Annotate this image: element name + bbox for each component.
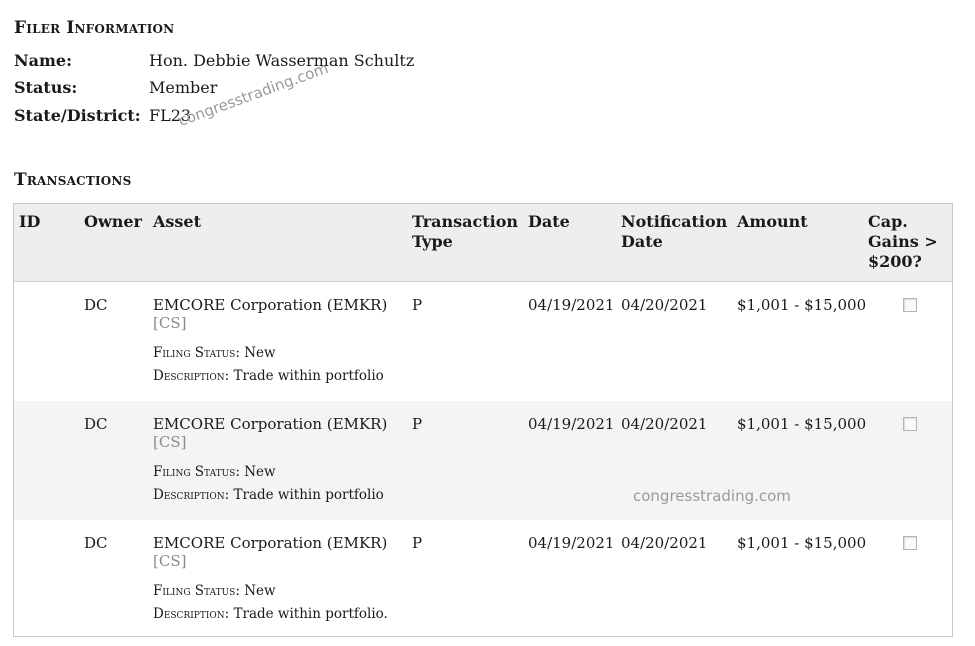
row-owner: DC [84,296,108,314]
row-asset: EMCORE Corporation (EMKR) [153,296,388,314]
cap-gains-checkbox[interactable] [903,417,917,431]
col-amount: Amount [737,212,808,231]
row-asset-type: [CS] [153,314,187,332]
row-asset-type: [CS] [153,552,187,570]
filer-information-heading: Filer Information [14,18,175,38]
cap-gains-checkbox[interactable] [903,298,917,312]
col-notification-date: Notification Date [621,212,728,251]
watermark-center: congresstrading.com [633,487,791,505]
row-filing-status: Filing Status: New [153,583,276,599]
col-asset: Asset [153,212,201,231]
row-asset-type: [CS] [153,433,187,451]
state-district-label: State/District: [14,106,141,125]
row-notification-date: 04/20/2021 [621,296,708,314]
row-date: 04/19/2021 [528,534,615,552]
col-transaction-type: Transaction Type [412,212,519,251]
row-date: 04/19/2021 [528,415,615,433]
col-owner: Owner [84,212,142,231]
row-amount: $1,001 - $15,000 [737,296,867,314]
table-row: DC EMCORE Corporation (EMKR) [CS] Filing… [14,401,952,520]
row-amount: $1,001 - $15,000 [737,534,867,552]
row-type: P [412,296,423,314]
row-amount: $1,001 - $15,000 [737,415,867,433]
filer-name-row: Name: Hon. Debbie Wasserman Schultz [14,51,414,71]
row-description: Description: Trade within portfolio [153,487,384,503]
row-filing-status: Filing Status: New [153,464,276,480]
table-row: DC EMCORE Corporation (EMKR) [CS] Filing… [14,520,952,639]
row-notification-date: 04/20/2021 [621,534,708,552]
col-cap-gains: Cap. Gains > $200? [868,212,938,271]
row-asset: EMCORE Corporation (EMKR) [153,415,388,433]
table-header: ID Owner Asset Transaction Type Date Not… [14,204,952,282]
transactions-table: ID Owner Asset Transaction Type Date Not… [13,203,953,637]
status-label: Status: [14,78,78,97]
row-owner: DC [84,534,108,552]
col-date: Date [528,212,570,231]
row-asset: EMCORE Corporation (EMKR) [153,534,388,552]
row-type: P [412,534,423,552]
filer-status-row: Status: Member [14,78,217,98]
name-label: Name: [14,51,73,70]
col-id: ID [19,212,41,231]
status-value: Member [149,78,218,97]
table-row: DC EMCORE Corporation (EMKR) [CS] Filing… [14,282,952,401]
row-date: 04/19/2021 [528,296,615,314]
row-filing-status: Filing Status: New [153,345,276,361]
row-description: Description: Trade within portfolio [153,368,384,384]
name-value: Hon. Debbie Wasserman Schultz [149,51,415,70]
filer-district-row: State/District: FL23 [14,106,191,126]
row-owner: DC [84,415,108,433]
cap-gains-checkbox[interactable] [903,536,917,550]
row-notification-date: 04/20/2021 [621,415,708,433]
row-type: P [412,415,423,433]
row-description: Description: Trade within portfolio. [153,606,388,622]
transactions-heading: Transactions [14,170,132,190]
